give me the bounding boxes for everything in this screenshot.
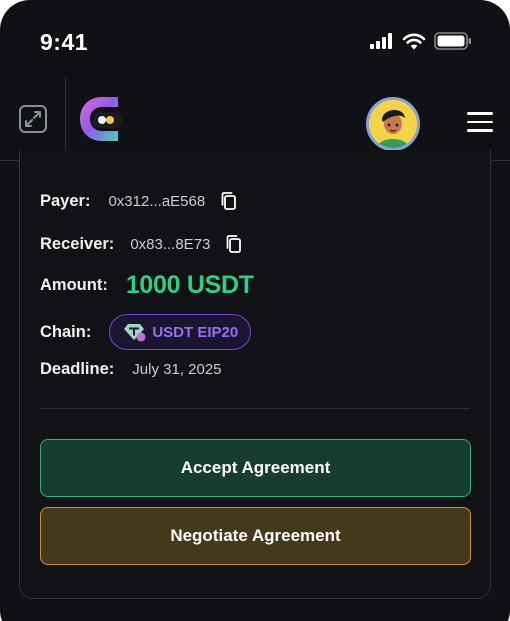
chain-name: USDT EIP20 (152, 323, 239, 341)
status-icons (370, 32, 472, 50)
status-bar: 9:41 (0, 0, 510, 78)
expand-button[interactable] (17, 103, 49, 135)
deadline-label: Deadline: (40, 360, 115, 378)
amount-value: 1000 USDT (125, 271, 254, 299)
menu-line (467, 129, 493, 132)
status-time: 9:41 (40, 29, 89, 55)
chain-badge[interactable]: USDT EIP20 (109, 314, 252, 350)
card-divider (40, 408, 470, 409)
deadline-value: July 31, 2025 (132, 361, 222, 378)
accept-agreement-button[interactable]: Accept Agreement (40, 439, 471, 497)
payer-row: Payer: 0x312...aE568 (40, 191, 239, 211)
agreement-card: Payer: 0x312...aE568 Receiver: 0x83...8E… (19, 150, 491, 599)
battery-icon (434, 32, 471, 50)
tether-token-icon (124, 324, 146, 342)
chain-label: Chain: (40, 322, 92, 341)
menu-line (467, 120, 493, 123)
receiver-label: Receiver: (40, 234, 115, 253)
header-divider (65, 78, 66, 161)
deadline-row: Deadline: July 31, 2025 (40, 360, 222, 379)
payer-label: Payer: (40, 191, 91, 210)
expand-icon (19, 105, 47, 133)
amount-row: Amount: 1000 USDT (40, 271, 254, 300)
amount-label: Amount: (40, 276, 108, 294)
app-header (0, 78, 510, 161)
payer-address: 0x312...aE568 (108, 192, 206, 210)
app-logo-icon (80, 97, 122, 141)
app-logo[interactable] (78, 95, 126, 143)
menu-line (467, 112, 493, 115)
receiver-row: Receiver: 0x83...8E73 (40, 234, 244, 254)
hamburger-menu-button[interactable] (467, 112, 493, 132)
cellular-signal-icon (370, 33, 392, 49)
receiver-address: 0x83...8E73 (130, 235, 211, 253)
avatar-illustration-icon (369, 100, 417, 148)
user-avatar[interactable] (366, 97, 420, 151)
negotiate-agreement-button[interactable]: Negotiate Agreement (40, 507, 471, 565)
copy-icon[interactable] (224, 234, 244, 254)
chain-row: Chain: USDT EIP20 (40, 314, 252, 350)
wifi-icon (402, 33, 426, 49)
phone-screen: 9:41 Payer: 0x312...aE568 Receiver: 0x83… (0, 0, 510, 621)
copy-icon[interactable] (219, 191, 239, 211)
